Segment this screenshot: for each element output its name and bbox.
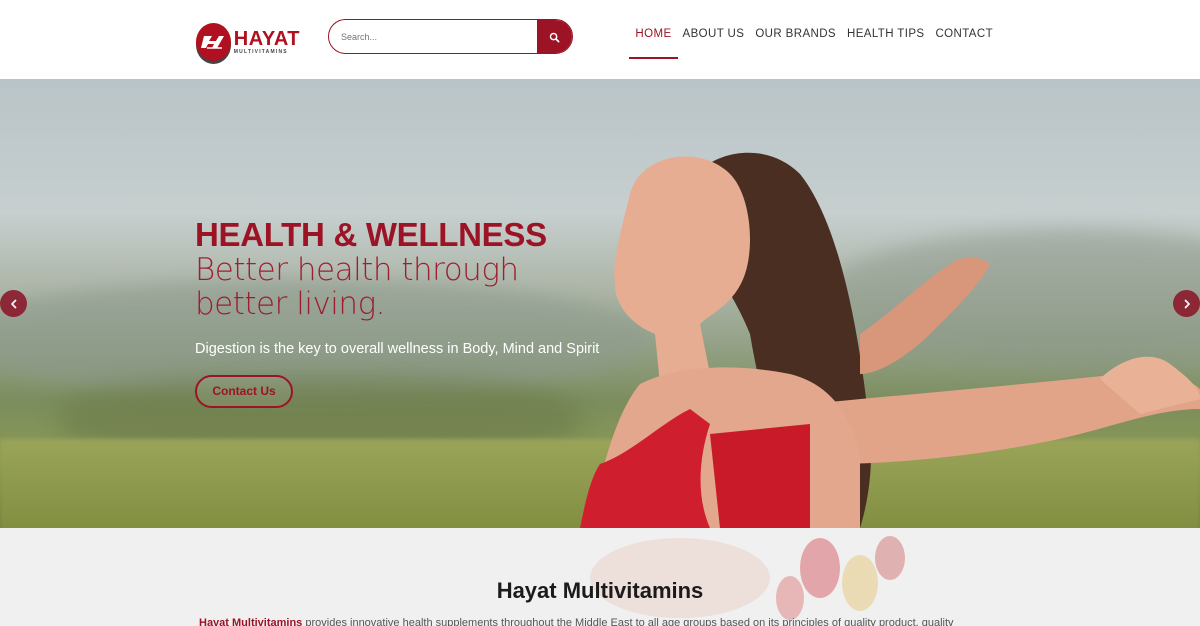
- hero-title: HEALTH & WELLNESS: [195, 216, 547, 253]
- hero-subtitle: Better health through better living.: [195, 252, 519, 322]
- search-bar: [328, 19, 573, 54]
- logo-word: HAYAT: [233, 28, 300, 50]
- logo-subtitle: MULTIVITAMINS: [233, 49, 288, 55]
- main-nav: HOME ABOUT US OUR BRANDS HEALTH TIPS CON…: [624, 28, 993, 59]
- hero-woman-image: [580, 152, 1200, 528]
- nav-item-contact[interactable]: CONTACT: [935, 28, 993, 59]
- slider-next-button[interactable]: [1173, 290, 1200, 317]
- logo-text: HAYAT MULTIVITAMINS: [234, 29, 300, 55]
- intro-paragraph: Hayat Multivitamins provides innovative …: [199, 617, 1019, 626]
- nav-item-health-tips[interactable]: HEALTH TIPS: [847, 28, 924, 59]
- brand-logo[interactable]: HAYAT MULTIVITAMINS: [196, 20, 300, 64]
- nav-item-our-brands[interactable]: OUR BRANDS: [755, 28, 836, 59]
- nav-item-home[interactable]: HOME: [629, 28, 678, 59]
- slider-prev-button[interactable]: [0, 290, 27, 317]
- hero-slider: HEALTH & WELLNESS Better health through …: [0, 79, 1200, 528]
- intro-section: Hayat Multivitamins Hayat Multivitamins …: [0, 528, 1200, 626]
- search-button[interactable]: [537, 20, 572, 53]
- contact-us-button[interactable]: Contact Us: [195, 375, 293, 408]
- hero-content: HEALTH & WELLNESS Better health through …: [195, 217, 599, 408]
- intro-text: provides innovative health supplements t…: [302, 617, 954, 626]
- intro-title: Hayat Multivitamins: [496, 578, 704, 603]
- logo-mark-icon: [196, 23, 231, 61]
- site-header: HAYAT MULTIVITAMINS HOME ABOUT US OUR BR…: [0, 0, 1200, 79]
- intro-brand-link[interactable]: Hayat Multivitamins: [199, 617, 302, 626]
- chevron-right-icon: [1184, 299, 1190, 308]
- chevron-left-icon: [10, 299, 16, 308]
- search-input[interactable]: [329, 20, 537, 53]
- search-icon: [549, 32, 560, 43]
- nav-item-about-us[interactable]: ABOUT US: [683, 28, 745, 59]
- intro-background-image: [590, 536, 905, 620]
- hero-description: Digestion is the key to overall wellness…: [195, 341, 600, 357]
